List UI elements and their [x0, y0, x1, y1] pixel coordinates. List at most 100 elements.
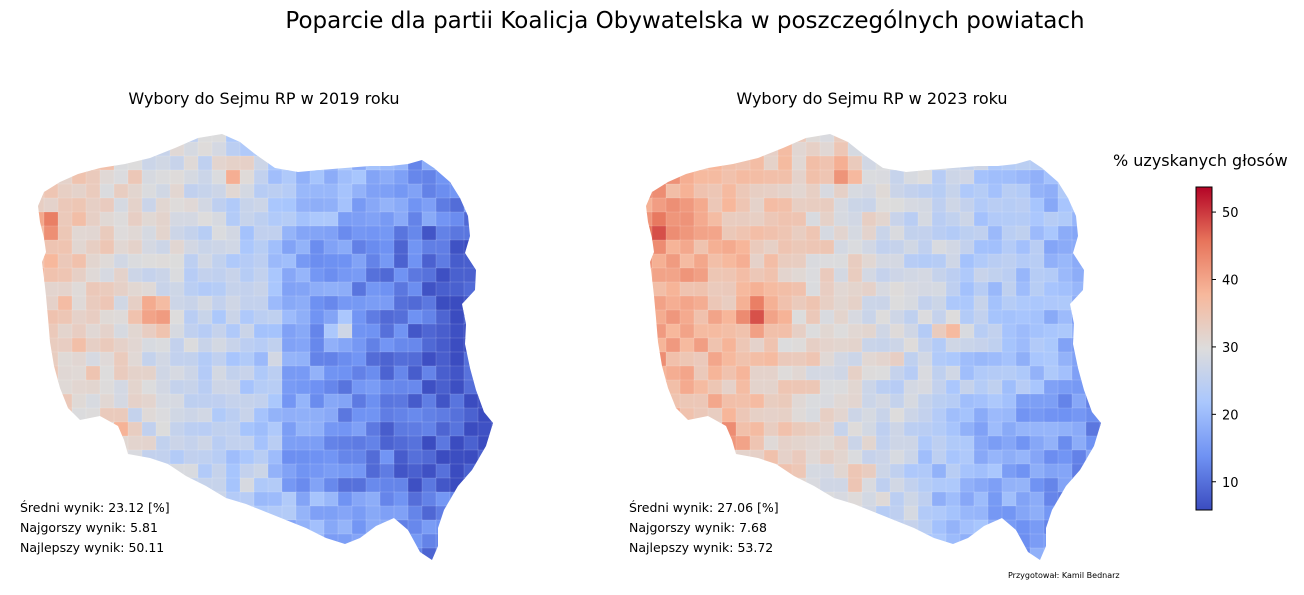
district-region [351, 491, 367, 507]
district-region [679, 211, 695, 227]
district-region [1043, 365, 1059, 381]
district-region [323, 505, 339, 521]
district-region [323, 351, 339, 367]
district-region [197, 477, 213, 493]
district-region [819, 435, 835, 451]
district-region [281, 421, 297, 437]
district-region [763, 421, 779, 437]
district-region [1015, 309, 1031, 325]
district-region [127, 155, 143, 171]
district-region [281, 309, 297, 325]
district-region [889, 337, 905, 353]
district-region [833, 337, 849, 353]
district-region [1029, 491, 1045, 507]
district-region [693, 407, 709, 423]
district-region [127, 351, 143, 367]
district-region [407, 379, 423, 395]
district-region [225, 393, 241, 409]
district-region [155, 393, 171, 409]
district-region [1001, 295, 1017, 311]
district-region [973, 267, 989, 283]
district-region [763, 197, 779, 213]
district-region [903, 393, 919, 409]
district-region [1043, 533, 1059, 549]
district-region [903, 477, 919, 493]
district-region [253, 281, 269, 297]
district-region [945, 393, 961, 409]
district-region [1029, 519, 1045, 535]
district-region [295, 351, 311, 367]
district-region [1043, 295, 1059, 311]
district-region [973, 477, 989, 493]
district-region [987, 491, 1003, 507]
district-region [1071, 449, 1087, 465]
district-region [805, 435, 821, 451]
district-region [57, 337, 73, 353]
district-region [281, 491, 297, 507]
district-region [763, 323, 779, 339]
district-region [917, 533, 933, 549]
district-region [155, 351, 171, 367]
district-region [253, 393, 269, 409]
district-region [38, 225, 45, 241]
district-region [85, 365, 101, 381]
district-region [253, 365, 269, 381]
district-region [889, 407, 905, 423]
district-region [1043, 519, 1059, 535]
district-region [833, 197, 849, 213]
district-region [721, 155, 737, 171]
district-region [351, 421, 367, 437]
district-region [421, 477, 437, 493]
district-region [435, 155, 451, 171]
district-region [1099, 421, 1101, 437]
district-region [847, 267, 863, 283]
district-region [749, 393, 765, 409]
district-region [113, 211, 129, 227]
district-region [57, 225, 73, 241]
district-region [365, 379, 381, 395]
district-region [1029, 211, 1045, 227]
district-region [945, 225, 961, 241]
district-region [763, 225, 779, 241]
district-region [693, 365, 709, 381]
district-region [71, 169, 87, 185]
district-region [931, 239, 947, 255]
district-region [987, 211, 1003, 227]
district-region [113, 295, 129, 311]
district-region [295, 169, 311, 185]
district-region [777, 267, 793, 283]
district-region [833, 393, 849, 409]
district-region [1043, 337, 1059, 353]
district-region [253, 225, 269, 241]
district-region [141, 197, 157, 213]
district-region [987, 253, 1003, 269]
district-region [155, 183, 171, 199]
district-region [421, 309, 437, 325]
district-region [127, 225, 143, 241]
district-region [875, 337, 891, 353]
district-region [1015, 197, 1031, 213]
district-region [987, 407, 1003, 423]
district-region [281, 393, 297, 409]
district-region [463, 239, 479, 255]
district-region [337, 337, 353, 353]
district-region [707, 239, 723, 255]
district-region [323, 463, 339, 479]
stats-2023: Średni wynik: 27.06 [%] Najgorszy wynik:… [629, 498, 779, 558]
district-region [889, 449, 905, 465]
district-region [1001, 393, 1017, 409]
district-region [253, 141, 269, 157]
district-region [665, 309, 681, 325]
district-region [959, 155, 975, 171]
district-region [959, 183, 975, 199]
district-region [931, 379, 947, 395]
district-region [127, 211, 143, 227]
district-region [945, 519, 961, 535]
district-region [679, 379, 695, 395]
district-region [1015, 463, 1031, 479]
district-region [931, 267, 947, 283]
district-region [749, 309, 765, 325]
district-region [903, 309, 919, 325]
district-region [735, 281, 751, 297]
district-region [959, 477, 975, 493]
